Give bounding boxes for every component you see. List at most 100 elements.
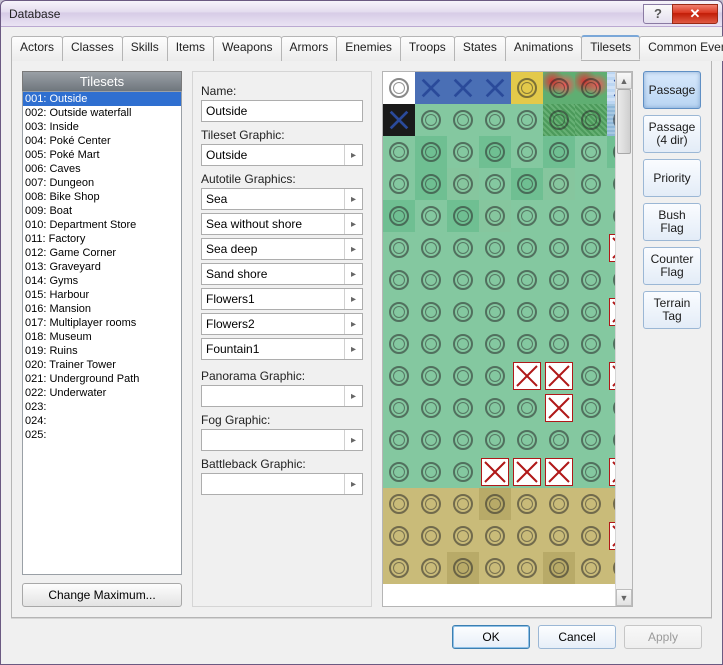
tileset-list-item[interactable]: 008: Bike Shop bbox=[23, 190, 181, 204]
tile-cell[interactable] bbox=[383, 520, 415, 552]
change-maximum-button[interactable]: Change Maximum... bbox=[22, 583, 182, 607]
tile-cell[interactable] bbox=[415, 488, 447, 520]
tile-cell[interactable] bbox=[415, 424, 447, 456]
ok-button[interactable]: OK bbox=[452, 625, 530, 649]
tile-cell[interactable] bbox=[575, 72, 607, 104]
tile-cell[interactable] bbox=[575, 552, 607, 584]
tile-cell[interactable] bbox=[607, 200, 615, 232]
tile-cell[interactable] bbox=[575, 296, 607, 328]
tile-cell[interactable] bbox=[607, 264, 615, 296]
tile-cell[interactable] bbox=[447, 392, 479, 424]
scroll-thumb[interactable] bbox=[617, 89, 631, 154]
tab-skills[interactable]: Skills bbox=[122, 36, 168, 61]
tile-cell[interactable] bbox=[511, 360, 543, 392]
tile-cell[interactable] bbox=[479, 488, 511, 520]
tile-cell[interactable] bbox=[383, 552, 415, 584]
tile-cell[interactable] bbox=[607, 104, 615, 136]
tile-cell[interactable] bbox=[575, 168, 607, 200]
tile-cell[interactable] bbox=[383, 168, 415, 200]
tile-cell[interactable] bbox=[479, 296, 511, 328]
tile-cell[interactable] bbox=[511, 232, 543, 264]
autotile-combo[interactable]: Sand shore▸ bbox=[201, 263, 363, 285]
tile-cell[interactable] bbox=[447, 424, 479, 456]
tile-cell[interactable] bbox=[415, 72, 447, 104]
tile-cell[interactable] bbox=[575, 360, 607, 392]
tile-cell[interactable] bbox=[479, 72, 511, 104]
autotile-combo[interactable]: Fountain1▸ bbox=[201, 338, 363, 360]
vertical-scrollbar[interactable]: ▲ ▼ bbox=[615, 72, 632, 606]
tile-cell[interactable] bbox=[575, 104, 607, 136]
tile-cell[interactable] bbox=[575, 392, 607, 424]
tile-cell[interactable] bbox=[575, 136, 607, 168]
tile-cell[interactable] bbox=[479, 424, 511, 456]
tile-cell[interactable] bbox=[575, 520, 607, 552]
tileset-list-item[interactable]: 021: Underground Path bbox=[23, 372, 181, 386]
tab-animations[interactable]: Animations bbox=[505, 36, 582, 61]
tile-cell[interactable] bbox=[607, 232, 615, 264]
tileset-list-item[interactable]: 006: Caves bbox=[23, 162, 181, 176]
tileset-list-item[interactable]: 016: Mansion bbox=[23, 302, 181, 316]
tile-cell[interactable] bbox=[447, 328, 479, 360]
tab-common-events[interactable]: Common Events bbox=[639, 36, 723, 61]
tileset-list-item[interactable]: 015: Harbour bbox=[23, 288, 181, 302]
autotile-combo[interactable]: Sea deep▸ bbox=[201, 238, 363, 260]
tileset-list-item[interactable]: 012: Game Corner bbox=[23, 246, 181, 260]
tile-cell[interactable] bbox=[511, 488, 543, 520]
tile-cell[interactable] bbox=[511, 104, 543, 136]
tile-cell[interactable] bbox=[607, 168, 615, 200]
tileset-list-item[interactable]: 011: Factory bbox=[23, 232, 181, 246]
mode-button-passage[interactable]: Passage bbox=[643, 71, 701, 109]
tileset-list-item[interactable]: 025: bbox=[23, 428, 181, 442]
tile-cell[interactable] bbox=[415, 552, 447, 584]
tile-cell[interactable] bbox=[415, 328, 447, 360]
tab-armors[interactable]: Armors bbox=[281, 36, 338, 61]
tileset-list-item[interactable]: 005: Poké Mart bbox=[23, 148, 181, 162]
tile-cell[interactable] bbox=[447, 232, 479, 264]
tile-cell[interactable] bbox=[543, 104, 575, 136]
tileset-list-item[interactable]: 004: Poké Center bbox=[23, 134, 181, 148]
tile-cell[interactable] bbox=[479, 200, 511, 232]
tile-cell[interactable] bbox=[511, 296, 543, 328]
tile-cell[interactable] bbox=[383, 296, 415, 328]
tile-cell[interactable] bbox=[479, 360, 511, 392]
tile-cell[interactable] bbox=[607, 520, 615, 552]
tab-troops[interactable]: Troops bbox=[400, 36, 455, 61]
tile-cell[interactable] bbox=[543, 264, 575, 296]
mode-button-passage-4-dir-[interactable]: Passage (4 dir) bbox=[643, 115, 701, 153]
tile-cell[interactable] bbox=[511, 136, 543, 168]
tile-cell[interactable] bbox=[415, 232, 447, 264]
tile-cell[interactable] bbox=[607, 328, 615, 360]
tile-cell[interactable] bbox=[447, 360, 479, 392]
tile-cell[interactable] bbox=[543, 328, 575, 360]
tile-cell[interactable] bbox=[607, 488, 615, 520]
tile-cell[interactable] bbox=[383, 360, 415, 392]
tile-cell[interactable] bbox=[383, 392, 415, 424]
tile-cell[interactable] bbox=[575, 264, 607, 296]
tile-cell[interactable] bbox=[415, 296, 447, 328]
tile-cell[interactable] bbox=[543, 520, 575, 552]
autotile-combo[interactable]: Flowers2▸ bbox=[201, 313, 363, 335]
tile-cell[interactable] bbox=[447, 552, 479, 584]
apply-button[interactable]: Apply bbox=[624, 625, 702, 649]
tile-cell[interactable] bbox=[415, 168, 447, 200]
tile-cell[interactable] bbox=[511, 392, 543, 424]
tab-tilesets[interactable]: Tilesets bbox=[581, 35, 640, 60]
tileset-list-item[interactable]: 020: Trainer Tower bbox=[23, 358, 181, 372]
tileset-list-item[interactable]: 007: Dungeon bbox=[23, 176, 181, 190]
tile-cell[interactable] bbox=[511, 200, 543, 232]
tile-cell[interactable] bbox=[383, 456, 415, 488]
tile-cell[interactable] bbox=[479, 456, 511, 488]
tile-cell[interactable] bbox=[511, 424, 543, 456]
tile-cell[interactable] bbox=[447, 456, 479, 488]
tile-cell[interactable] bbox=[383, 264, 415, 296]
tile-cell[interactable] bbox=[383, 136, 415, 168]
tile-cell[interactable] bbox=[543, 488, 575, 520]
tileset-listbox[interactable]: 001: Outside002: Outside waterfall003: I… bbox=[22, 91, 182, 575]
tile-cell[interactable] bbox=[383, 424, 415, 456]
tile-cell[interactable] bbox=[543, 456, 575, 488]
tile-cell[interactable] bbox=[447, 136, 479, 168]
tile-cell[interactable] bbox=[415, 520, 447, 552]
tile-cell[interactable] bbox=[447, 488, 479, 520]
tile-cell[interactable] bbox=[575, 456, 607, 488]
tile-cell[interactable] bbox=[383, 104, 415, 136]
